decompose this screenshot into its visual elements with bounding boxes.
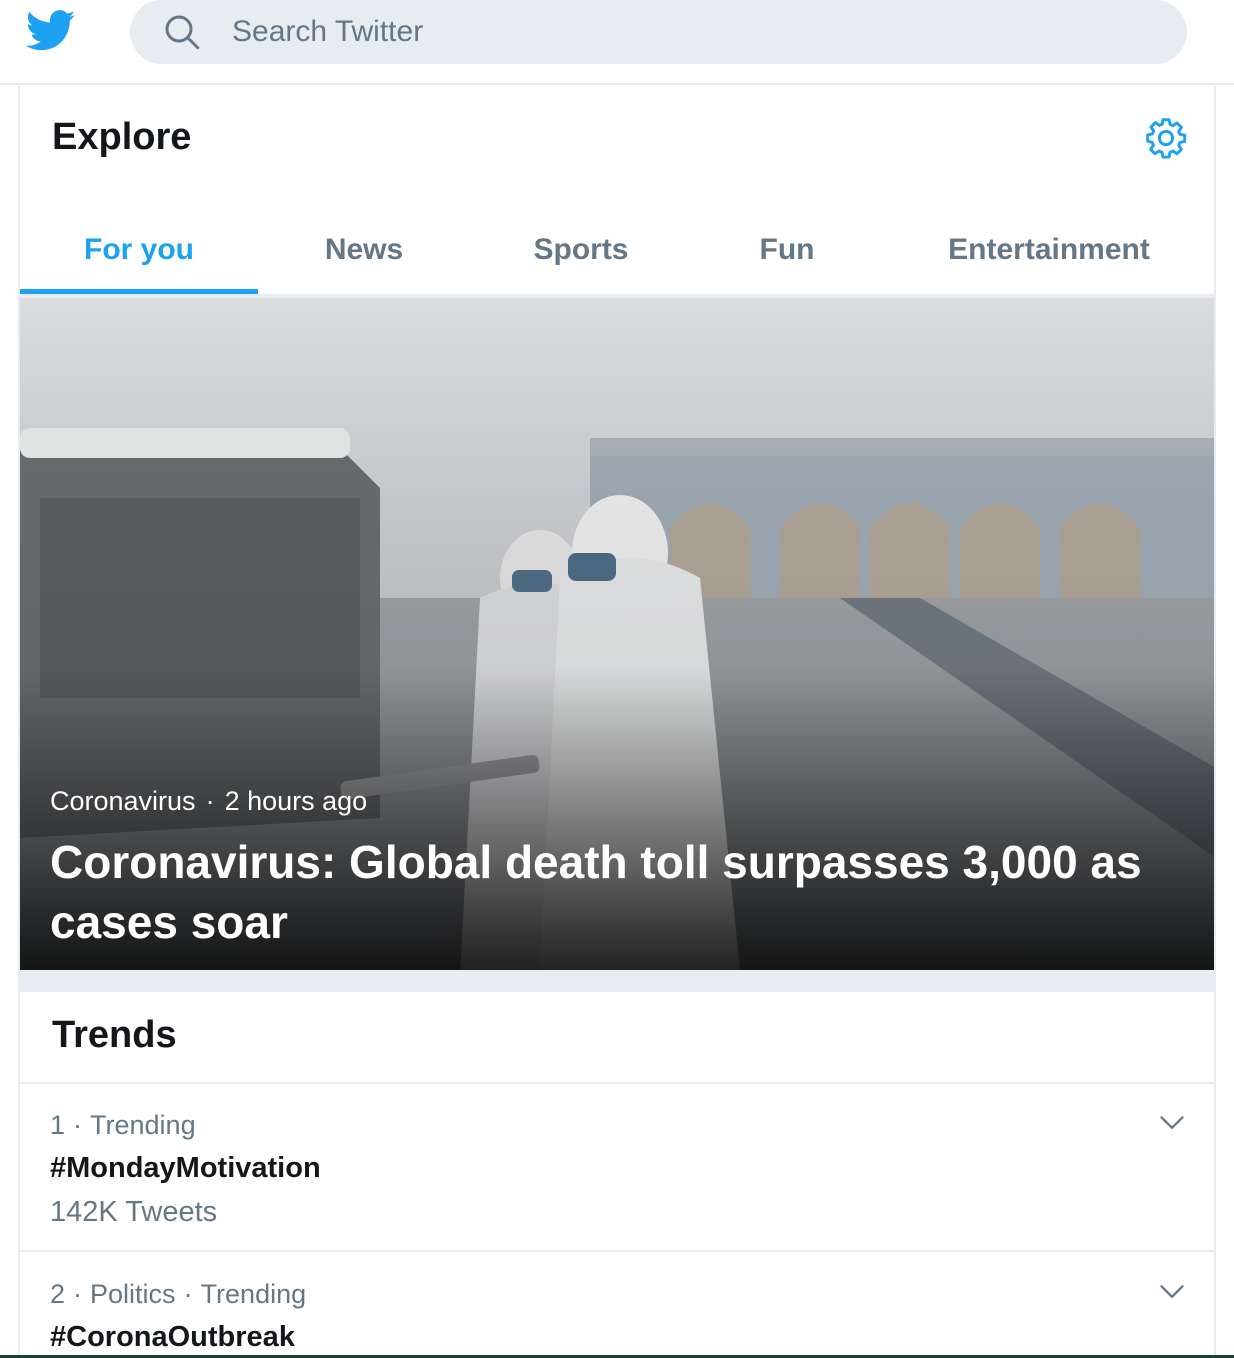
search-icon <box>165 15 200 50</box>
trend-tweet-count: 142K Tweets <box>50 1196 218 1228</box>
search-input[interactable] <box>130 0 1187 64</box>
trend-meta: 1 · Trending <box>50 1110 196 1141</box>
featured-story-card[interactable]: Coronavirus · 2 hours ago Coronavirus: Glo… <box>20 298 1214 970</box>
meta-separator: · <box>73 1279 83 1309</box>
trend-item[interactable]: 2 · Politics · Trending #CoronaOutbreak <box>20 1253 1214 1358</box>
chevron-down-icon[interactable] <box>1158 1108 1186 1136</box>
trend-divider <box>20 1250 1214 1252</box>
tab-entertainment[interactable]: Entertainment <box>882 206 1214 294</box>
trend-rank: 1 <box>50 1110 66 1140</box>
explore-panel: Explore For you News Sports Fun Entertai… <box>18 86 1216 1358</box>
top-bar <box>0 0 1234 85</box>
trend-context: Trending <box>200 1279 307 1309</box>
meta-separator: · <box>183 1279 193 1309</box>
meta-separator: · <box>73 1110 83 1140</box>
tab-news[interactable]: News <box>258 206 470 294</box>
explore-tabs: For you News Sports Fun Entertainment <box>20 206 1214 294</box>
trend-name[interactable]: #CoronaOutbreak <box>50 1321 295 1354</box>
story-meta: Coronavirus · 2 hours ago <box>50 786 367 817</box>
trend-context: Trending <box>90 1110 196 1140</box>
twitter-bird-icon[interactable] <box>26 10 76 52</box>
story-headline[interactable]: Coronavirus: Global death toll surpasses… <box>50 832 1170 952</box>
page-title: Explore <box>52 116 192 158</box>
gear-icon[interactable] <box>1144 116 1188 160</box>
story-time: 2 hours ago <box>224 786 368 816</box>
trend-name[interactable]: #MondayMotivation <box>50 1152 321 1185</box>
trend-item[interactable]: 1 · Trending #MondayMotivation 142K Tweets <box>20 1084 1214 1252</box>
meta-separator: · <box>205 786 215 816</box>
trend-rank: 2 <box>50 1279 66 1309</box>
trends-title: Trends <box>52 1014 177 1056</box>
trend-category: Politics <box>90 1279 176 1309</box>
trend-meta: 2 · Politics · Trending <box>50 1279 306 1310</box>
chevron-down-icon[interactable] <box>1158 1277 1186 1305</box>
story-category: Coronavirus <box>50 786 196 816</box>
tab-for-you[interactable]: For you <box>20 206 258 294</box>
tab-sports[interactable]: Sports <box>470 206 692 294</box>
section-gap <box>20 970 1214 992</box>
tab-fun[interactable]: Fun <box>692 206 882 294</box>
